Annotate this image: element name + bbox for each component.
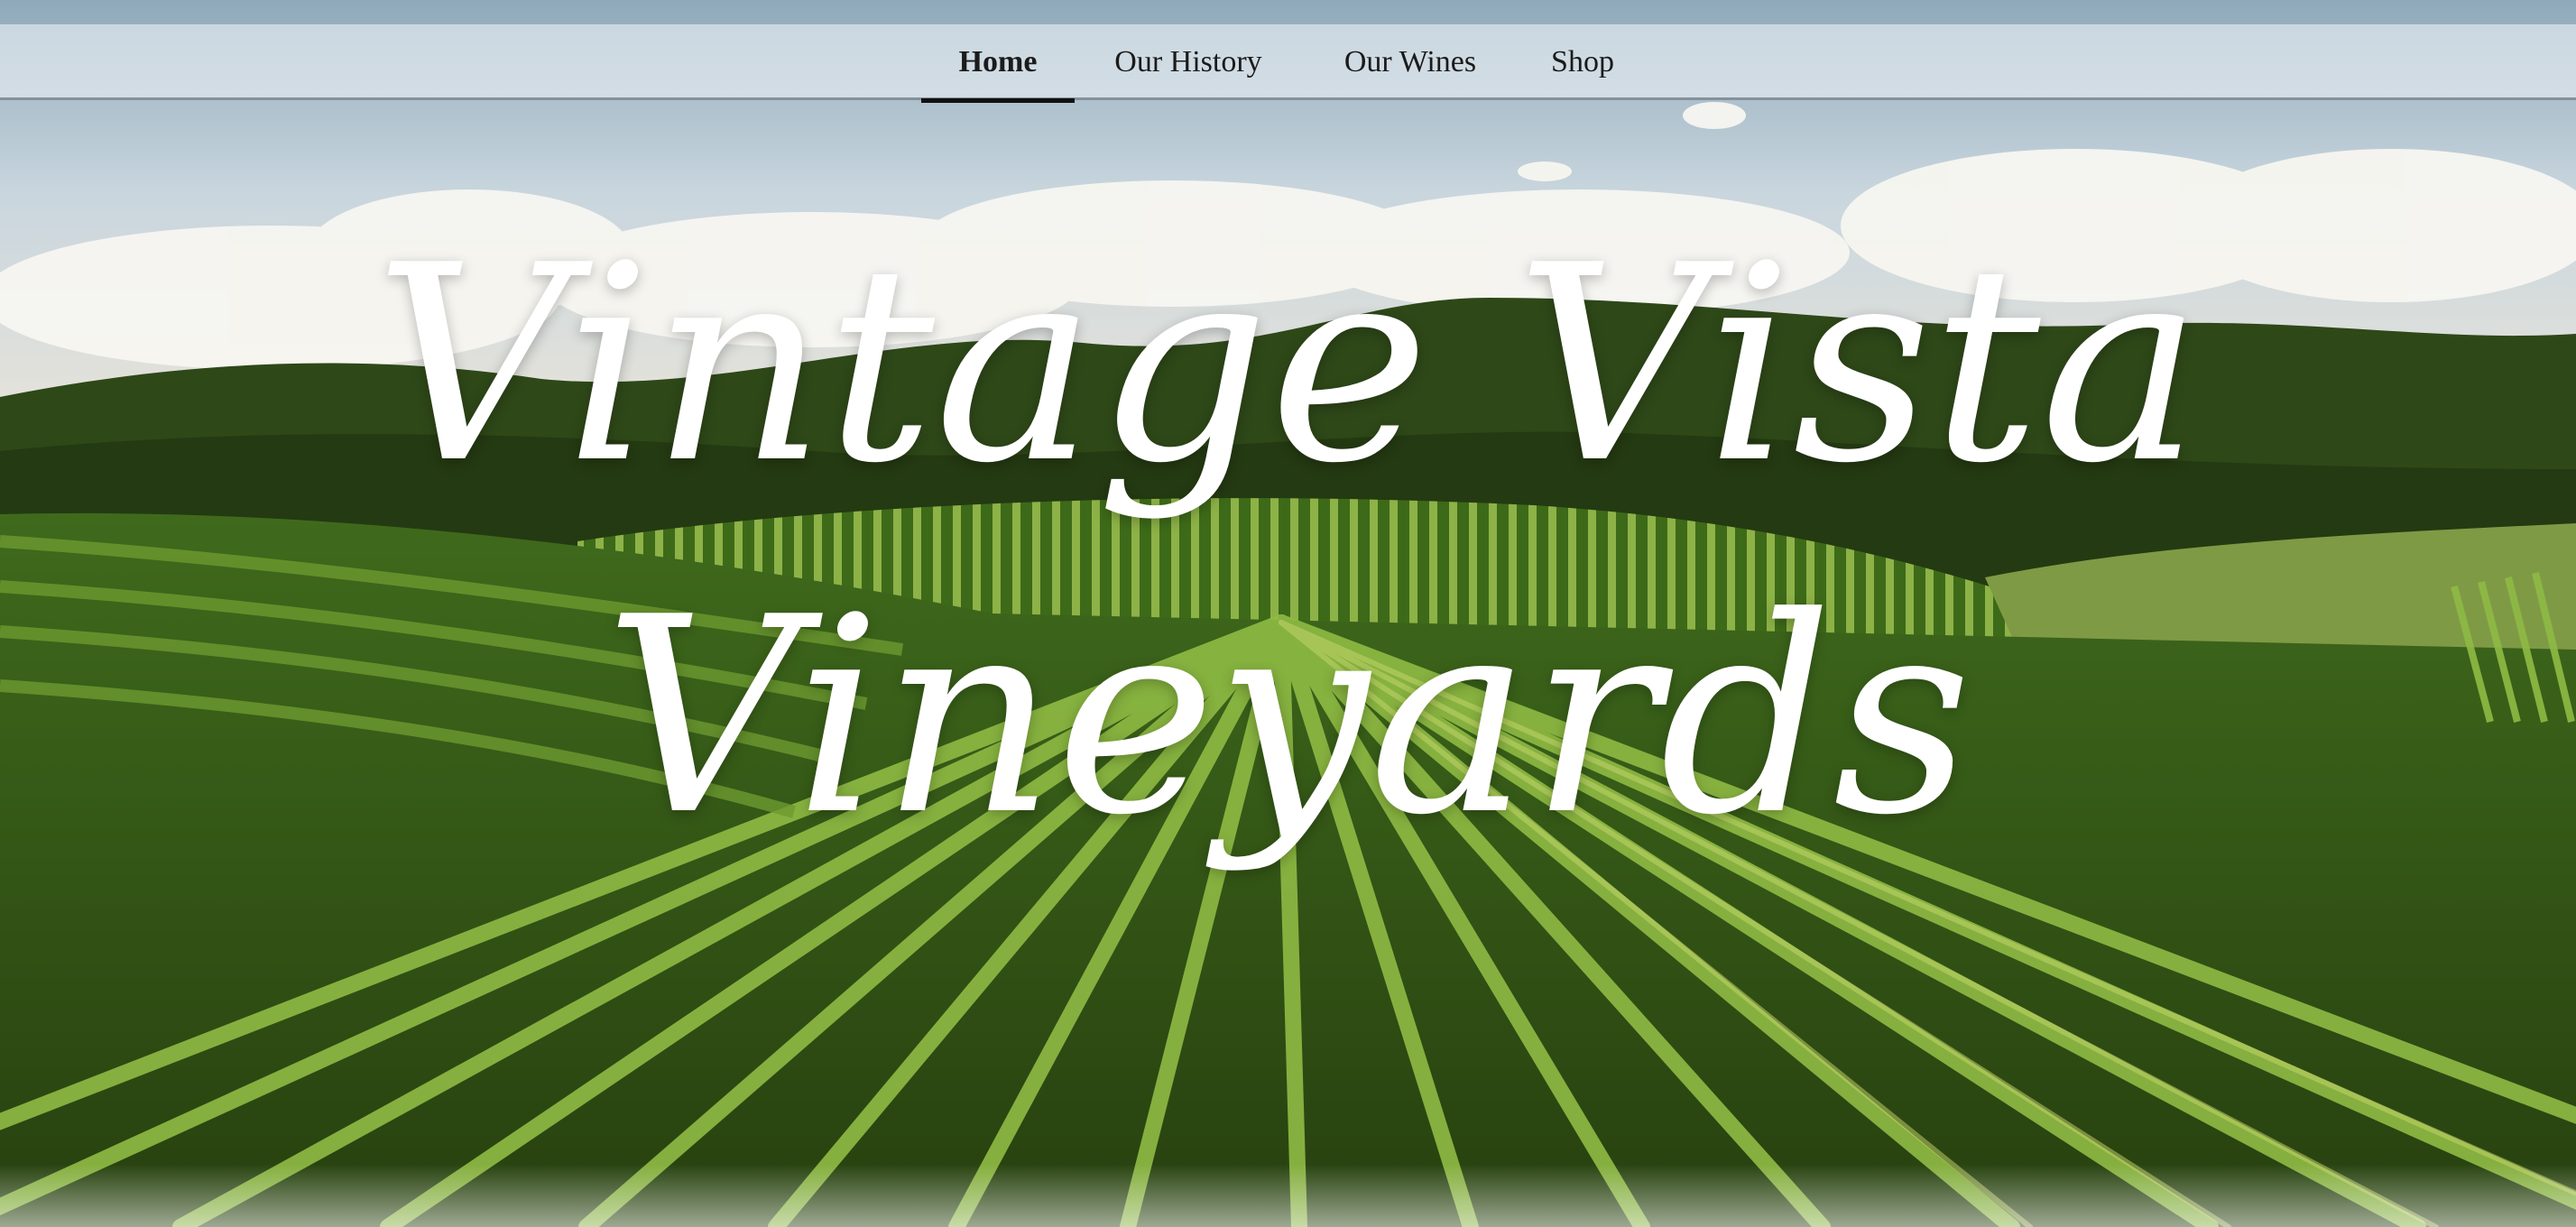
hero-title-line-1: Vintage Vista bbox=[374, 208, 2202, 522]
hero-title: Vintage Vista Vineyards bbox=[0, 189, 2576, 875]
top-navigation-bar: Home Our History Our Wines Shop bbox=[0, 24, 2576, 103]
nav-menu: Home Our History Our Wines Shop bbox=[0, 24, 2576, 103]
nav-item-home[interactable]: Home bbox=[921, 24, 1075, 103]
nav-item-our-history[interactable]: Our History bbox=[1103, 24, 1274, 100]
nav-item-shop[interactable]: Shop bbox=[1547, 24, 1619, 100]
nav-item-our-wines[interactable]: Our Wines bbox=[1334, 24, 1487, 100]
hero-title-line-2: Vineyards bbox=[604, 559, 1972, 874]
